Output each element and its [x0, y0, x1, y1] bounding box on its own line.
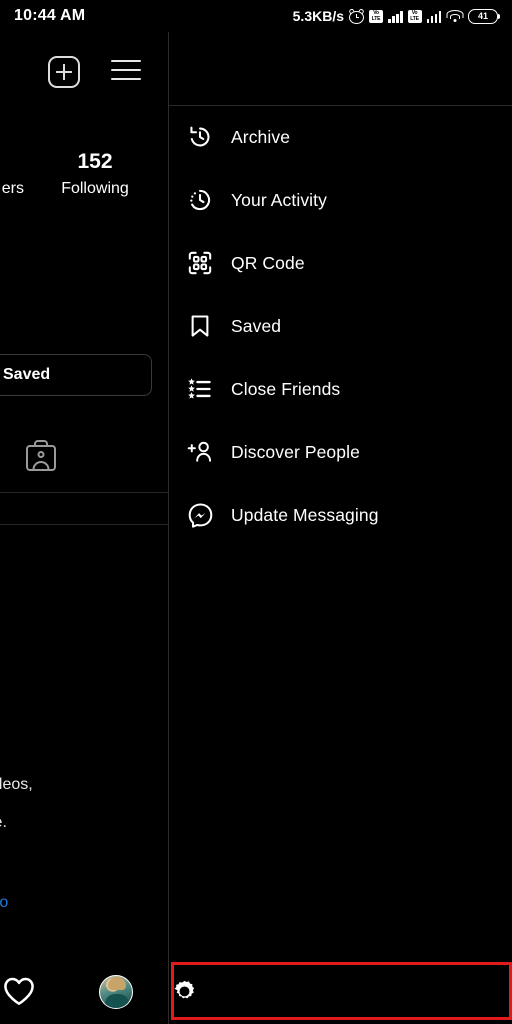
profile-background-panel: ers 152 Following Saved videos, file. id… [0, 32, 168, 1024]
messenger-bolt-icon [169, 493, 231, 537]
profile-divider-tabs [0, 524, 168, 525]
status-time: 10:44 AM [14, 7, 85, 25]
hamburger-menu-icon[interactable] [111, 60, 141, 84]
archive-clock-rewind-icon [169, 115, 231, 159]
sim2-signal-icon [427, 10, 442, 23]
menu-item-label: Update Messaging [231, 505, 379, 526]
sim1-signal-icon [388, 10, 403, 23]
wifi-icon [446, 10, 463, 23]
network-speed: 5.3KB/s [293, 8, 344, 24]
status-icons: 5.3KB/s VoLTE VoLTE 41 [293, 8, 498, 24]
menu-item-label: Archive [231, 127, 290, 148]
close-friends-star-list-icon [169, 367, 231, 411]
sim2-volte-icon: VoLTE [408, 10, 422, 23]
tagged-photos-icon[interactable] [26, 445, 56, 471]
discover-people-add-person-icon [169, 430, 231, 474]
bio-line-2: file. [0, 810, 7, 835]
plus-square-icon[interactable] [48, 56, 80, 88]
menu-item-saved[interactable]: Saved [169, 304, 512, 348]
following-count[interactable]: 152 [52, 150, 138, 174]
menu-item-label: Discover People [231, 442, 360, 463]
status-bar: 10:44 AM 5.3KB/s VoLTE VoLTE 41 [0, 0, 512, 32]
menu-item-label: Saved [231, 316, 281, 337]
heart-icon[interactable] [3, 976, 35, 1006]
bookmark-icon [169, 304, 231, 348]
bottom-navigation-bar [0, 960, 168, 1024]
menu-top-divider [169, 105, 512, 106]
menu-item-close-friends[interactable]: Close Friends [169, 367, 512, 411]
bio-line-1: videos, [0, 772, 33, 797]
qr-code-icon [169, 241, 231, 285]
followers-label[interactable]: ers [0, 180, 24, 198]
side-menu-panel: Archive Your Activity [168, 32, 512, 1024]
alarm-clock-icon [349, 9, 364, 24]
menu-item-archive[interactable]: Archive [169, 115, 512, 159]
menu-item-label: QR Code [231, 253, 305, 274]
following-label[interactable]: Following [52, 180, 138, 198]
menu-item-discover-people[interactable]: Discover People [169, 430, 512, 474]
menu-item-update-messaging[interactable]: Update Messaging [169, 493, 512, 537]
your-activity-clock-icon [169, 178, 231, 222]
phone-screen: 10:44 AM 5.3KB/s VoLTE VoLTE 41 [0, 0, 512, 1024]
menu-item-label: Close Friends [231, 379, 340, 400]
profile-divider-top [0, 492, 168, 493]
menu-item-qr-code[interactable]: QR Code [169, 241, 512, 285]
profile-top-bar [0, 36, 168, 104]
bio-link[interactable]: ideo [0, 890, 8, 915]
profile-avatar[interactable] [99, 975, 133, 1009]
settings-highlight-box [171, 962, 512, 1020]
battery-indicator: 41 [468, 9, 498, 24]
profile-stats: ers 152 Following [0, 150, 168, 212]
menu-item-your-activity[interactable]: Your Activity [169, 178, 512, 222]
sim1-volte-icon: VoLTE [369, 10, 383, 23]
menu-item-label: Your Activity [231, 190, 327, 211]
saved-button[interactable]: Saved [0, 354, 152, 396]
